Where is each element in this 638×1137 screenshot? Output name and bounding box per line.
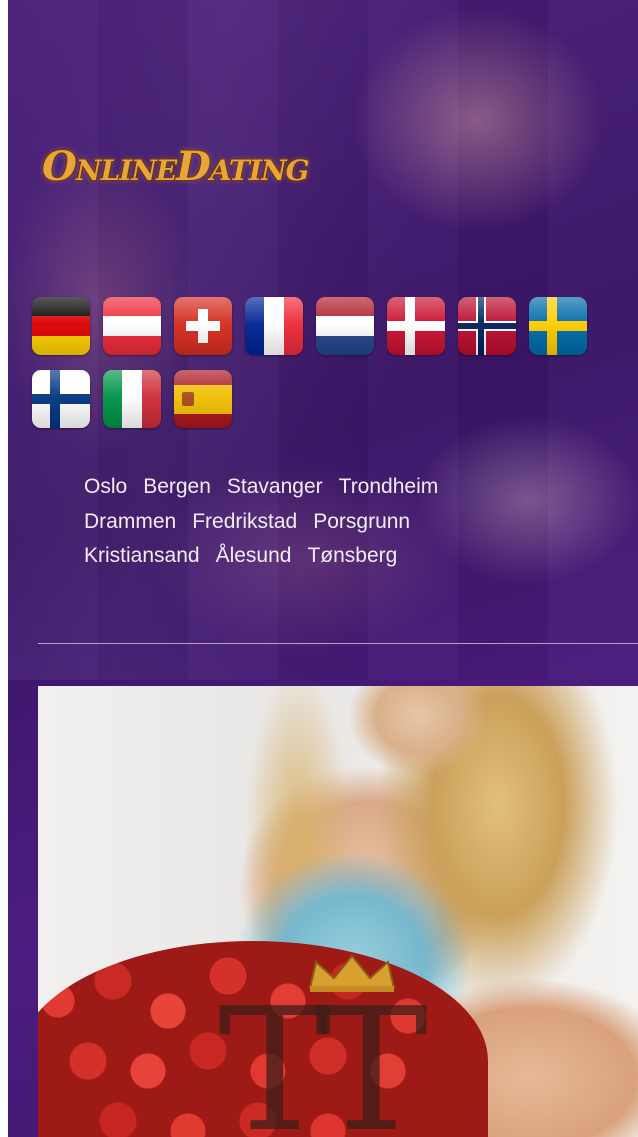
city-link-fredrikstad[interactable]: Fredrikstad <box>192 505 297 540</box>
flag-norway-icon[interactable] <box>458 297 516 355</box>
city-link-oslo[interactable]: Oslo <box>84 470 127 505</box>
flag-germany-icon[interactable] <box>32 297 90 355</box>
page: OnlineDating Oslo Bergen Stavanger Trond… <box>8 0 638 1137</box>
city-link-tonsberg[interactable]: Tønsberg <box>307 539 397 574</box>
featured-photo[interactable]: TT <box>38 686 638 1137</box>
flag-denmark-icon[interactable] <box>387 297 445 355</box>
flag-spain-icon[interactable] <box>174 370 232 428</box>
city-row: Oslo Bergen Stavanger Trondheim <box>84 470 584 505</box>
flag-austria-icon[interactable] <box>103 297 161 355</box>
flag-italy-icon[interactable] <box>103 370 161 428</box>
city-link-trondheim[interactable]: Trondheim <box>339 470 439 505</box>
flag-france-icon[interactable] <box>245 297 303 355</box>
city-link-bergen[interactable]: Bergen <box>143 470 211 505</box>
section-divider <box>38 643 638 644</box>
city-row: Kristiansand Ålesund Tønsberg <box>84 539 584 574</box>
watermark-monogram-icon: TT <box>218 972 428 1137</box>
city-link-porsgrunn[interactable]: Porsgrunn <box>313 505 410 540</box>
flag-finland-icon[interactable] <box>32 370 90 428</box>
city-link-alesund[interactable]: Ålesund <box>216 539 292 574</box>
city-row: Drammen Fredrikstad Porsgrunn <box>84 505 584 540</box>
flag-sweden-icon[interactable] <box>529 297 587 355</box>
city-link-drammen[interactable]: Drammen <box>84 505 176 540</box>
city-links: Oslo Bergen Stavanger Trondheim Drammen … <box>84 470 584 574</box>
city-link-kristiansand[interactable]: Kristiansand <box>84 539 200 574</box>
city-link-stavanger[interactable]: Stavanger <box>227 470 323 505</box>
language-flags <box>32 297 622 428</box>
flag-netherlands-icon[interactable] <box>316 297 374 355</box>
flag-switzerland-icon[interactable] <box>174 297 232 355</box>
site-logo[interactable]: OnlineDating <box>42 143 309 190</box>
